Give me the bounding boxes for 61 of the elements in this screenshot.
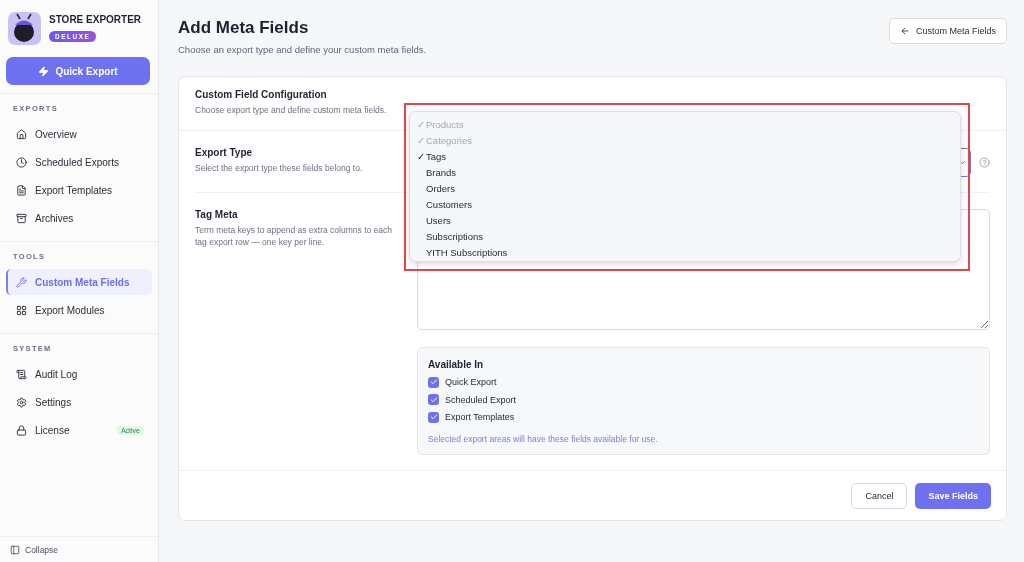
field-help: Select the export type these fields belong to. [195, 162, 364, 175]
nav-item[interactable]: Overview [6, 121, 152, 147]
nav-label: Audit Log [35, 368, 78, 380]
nav-label: Archives [35, 212, 74, 224]
nav-label: Overview [35, 128, 77, 140]
menu-option[interactable]: Subscriptions [417, 228, 960, 244]
card-title: Custom Field Configuration [195, 89, 328, 100]
nav-label: Export Templates [35, 184, 113, 196]
collapse-button[interactable]: Collapse [0, 536, 158, 562]
quick-export-button[interactable]: Quick Export [6, 57, 150, 85]
scroll-icon [16, 368, 27, 380]
home-icon [16, 128, 27, 140]
cancel-button[interactable]: Cancel [851, 482, 908, 509]
archive-icon [16, 212, 27, 224]
panel-title: Available In [428, 359, 485, 370]
clock-icon [16, 156, 27, 168]
nav-label: Custom Meta Fields [35, 276, 130, 288]
card-subtitle: Choose export type and define custom meta fields. [195, 104, 388, 117]
panel-note: Selected export areas will have these fields available for use. [428, 433, 659, 444]
menu-option[interactable]: YITH Subscriptions [417, 244, 960, 260]
brand-name: STORE EXPORTER [49, 14, 142, 25]
nav-item[interactable]: Export Modules [6, 297, 152, 323]
nav-item[interactable]: Audit Log [6, 361, 152, 387]
mascot-logo [8, 12, 41, 45]
nav-item[interactable]: Scheduled Exports [6, 149, 152, 175]
help-icon[interactable] [979, 157, 990, 168]
nav-label: License [35, 424, 70, 436]
nav-label: Scheduled Exports [35, 156, 119, 168]
save-button[interactable]: Save Fields [915, 482, 991, 509]
checkbox-label: Quick Export [445, 377, 497, 387]
checkbox[interactable] [428, 376, 439, 388]
page-subtitle: Choose an export type and define your custom meta fields. [178, 44, 427, 55]
chevron-down-icon [958, 158, 967, 167]
grid-icon [16, 304, 27, 316]
arrow-left-icon [899, 26, 910, 36]
nav-item[interactable]: Custom Meta Fields [6, 269, 152, 295]
wrench-icon [16, 276, 27, 288]
checkbox[interactable] [428, 411, 439, 423]
nav-item[interactable]: Archives [6, 205, 152, 231]
checkbox-label: Export Templates [445, 412, 515, 422]
checkbox[interactable] [428, 394, 439, 405]
nav-label: Export Modules [35, 304, 105, 316]
nav-item[interactable]: Settings [6, 389, 152, 415]
document-icon [16, 184, 27, 196]
back-button[interactable]: Custom Meta Fields [888, 18, 1007, 44]
lightning-icon [38, 65, 50, 77]
menu-option[interactable]: Customers [417, 196, 960, 212]
checkbox-label: Scheduled Export [445, 394, 517, 405]
field-help: Term meta keys to append as extra columns to each tag export row — one key per line. [195, 224, 393, 249]
menu-option[interactable]: Brands [417, 164, 960, 180]
nav-item[interactable]: Export Templates [6, 177, 152, 203]
field-label: Tag Meta [195, 209, 239, 220]
settings-icon [16, 396, 27, 408]
menu-option[interactable]: Orders [417, 180, 960, 196]
menu-option[interactable]: Users [417, 212, 960, 228]
panel-icon [10, 544, 20, 555]
field-label: Export Type [195, 147, 254, 158]
page-title: Add Meta Fields [178, 18, 310, 38]
lock-icon [16, 424, 27, 436]
nav-label: Settings [35, 396, 72, 408]
menu-option[interactable]: ✓Tags [417, 148, 960, 164]
